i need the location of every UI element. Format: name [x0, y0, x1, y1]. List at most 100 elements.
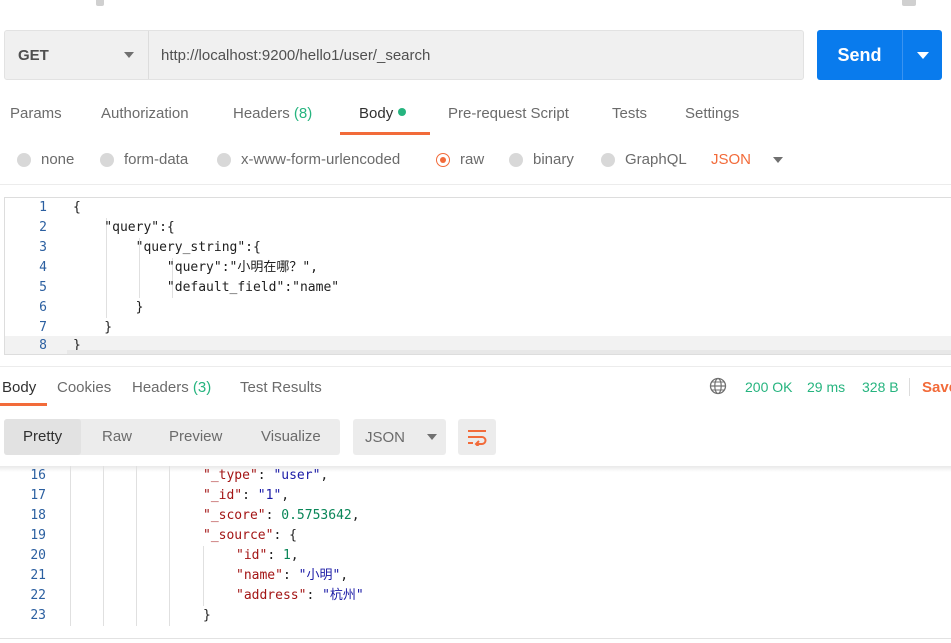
modified-dot-icon [398, 108, 407, 117]
code-text: } [203, 606, 211, 626]
request-url-bar: GET http://localhost:9200/hello1/user/_s… [4, 30, 804, 80]
radio-label: GraphQL [625, 151, 687, 168]
format-label: JSON [711, 151, 752, 168]
tab-label: Cookies [57, 379, 112, 396]
tab-test-results[interactable]: Test Results [240, 379, 322, 396]
line-number: 18 [30, 508, 46, 523]
json-punctuation: , [290, 548, 299, 563]
headers-count: (3) [192, 379, 212, 396]
view-visualize[interactable]: Visualize [261, 419, 321, 455]
radio-circle-icon [509, 152, 523, 167]
chevron-down-icon [124, 52, 134, 58]
radio-label: raw [460, 151, 485, 168]
tab-body[interactable]: Body [359, 105, 407, 122]
radio-graphql[interactable]: GraphQL [601, 151, 687, 168]
method-select[interactable]: GET [5, 31, 149, 79]
wrap-lines-icon [468, 430, 487, 446]
indent-guide [203, 546, 204, 606]
radio-none[interactable]: none [17, 151, 74, 168]
response-body-viewer[interactable]: 16 "_type": "user", 17 "_id": "1", 18 "_score… [0, 466, 951, 626]
radio-form-data[interactable]: form-data [100, 151, 188, 168]
json-key: "_source" [203, 528, 274, 543]
line-number: 6 [39, 300, 47, 315]
tab-response-headers[interactable]: Headers (3) [132, 379, 211, 396]
send-options-button[interactable] [902, 30, 942, 80]
json-value: "小明" [298, 568, 341, 583]
body-format-select[interactable]: JSON [711, 151, 784, 168]
url-text: http://localhost:9200/hello1/user/_searc… [161, 46, 431, 64]
response-time[interactable]: 29 ms [807, 379, 845, 395]
url-input[interactable]: http://localhost:9200/hello1/user/_searc… [149, 31, 803, 79]
code-text: "_id": "1", [203, 488, 290, 503]
scroll-shadow [0, 466, 951, 472]
body-type-selector: none form-data x-www-form-urlencoded raw… [0, 145, 951, 175]
tab-label: Params [10, 105, 62, 122]
tab-label: Body [359, 105, 394, 122]
format-label: JSON [365, 428, 406, 446]
line-number: 2 [39, 220, 47, 235]
radio-circle-icon [100, 152, 114, 167]
tab-settings[interactable]: Settings [685, 105, 739, 122]
view-preview[interactable]: Preview [169, 419, 222, 455]
divider [0, 638, 951, 639]
tab-response-body[interactable]: Body [2, 379, 36, 396]
tab-cookies[interactable]: Cookies [57, 379, 111, 396]
tab-headers[interactable]: Headers (8) [233, 105, 312, 122]
radio-x-www-form-urlencoded[interactable]: x-www-form-urlencoded [217, 151, 400, 168]
tab-tests[interactable]: Tests [612, 105, 647, 122]
clipped-window-control [902, 0, 916, 6]
json-punctuation: , [351, 508, 360, 523]
code-text: "name": "小明", [236, 568, 349, 583]
tab-pre-request-script[interactable]: Pre-request Script [448, 105, 569, 122]
save-response-button[interactable]: Save [922, 379, 951, 396]
active-tab-indicator [0, 403, 47, 406]
chevron-down-icon [773, 156, 784, 163]
json-punctuation: , [340, 568, 349, 583]
code-text: "query":{ [73, 220, 175, 235]
request-body-editor[interactable]: 1 { 2 "query":{ 3 "query_string":{ 4 "que… [4, 197, 951, 355]
radio-label: none [41, 151, 75, 168]
chevron-down-icon [916, 51, 929, 59]
tab-params[interactable]: Params [10, 105, 62, 122]
status-code[interactable]: 200 OK [745, 379, 792, 395]
radio-raw[interactable]: raw [436, 151, 484, 168]
globe-icon[interactable] [709, 377, 727, 395]
view-raw[interactable]: Raw [102, 419, 132, 455]
line-number: 7 [39, 320, 47, 335]
send-button[interactable]: Send [817, 30, 902, 80]
radio-label: form-data [124, 151, 189, 168]
code-text: { [73, 200, 81, 215]
radio-binary[interactable]: binary [509, 151, 574, 168]
radio-circle-icon [17, 152, 31, 167]
json-value: 0.5753642 [281, 508, 352, 523]
headers-count: (8) [293, 105, 313, 122]
response-toolbar: Pretty Raw Preview Visualize JSON [4, 419, 951, 455]
line-number: 19 [30, 528, 46, 543]
json-value: "user" [273, 468, 321, 483]
code-text: "default_field":"name" [73, 280, 340, 295]
tab-label: Pre-request Script [448, 105, 569, 122]
horizontal-scrollbar[interactable] [67, 350, 951, 354]
line-number: 21 [30, 568, 46, 583]
indent-guide [103, 466, 104, 626]
line-number: 23 [30, 608, 46, 623]
indent-guide [70, 466, 71, 626]
radio-circle-icon [601, 152, 615, 167]
code-text: "address": "杭州" [236, 588, 364, 603]
tab-label: Headers [233, 105, 290, 122]
clipped-tab-fragment [96, 0, 104, 6]
line-number: 22 [30, 588, 46, 603]
active-tab-indicator [340, 132, 430, 135]
tab-authorization[interactable]: Authorization [101, 105, 189, 122]
json-value: } [203, 608, 211, 623]
radio-label: x-www-form-urlencoded [241, 151, 401, 168]
response-size[interactable]: 328 B [862, 379, 899, 395]
view-pretty[interactable]: Pretty [4, 419, 82, 455]
wrap-lines-button[interactable] [458, 419, 496, 455]
response-format-select[interactable]: JSON [353, 419, 446, 455]
code-text: } [73, 300, 144, 315]
divider [0, 184, 951, 185]
line-number: 17 [30, 488, 46, 503]
radio-selected-icon [436, 152, 450, 167]
line-number: 1 [39, 200, 47, 215]
